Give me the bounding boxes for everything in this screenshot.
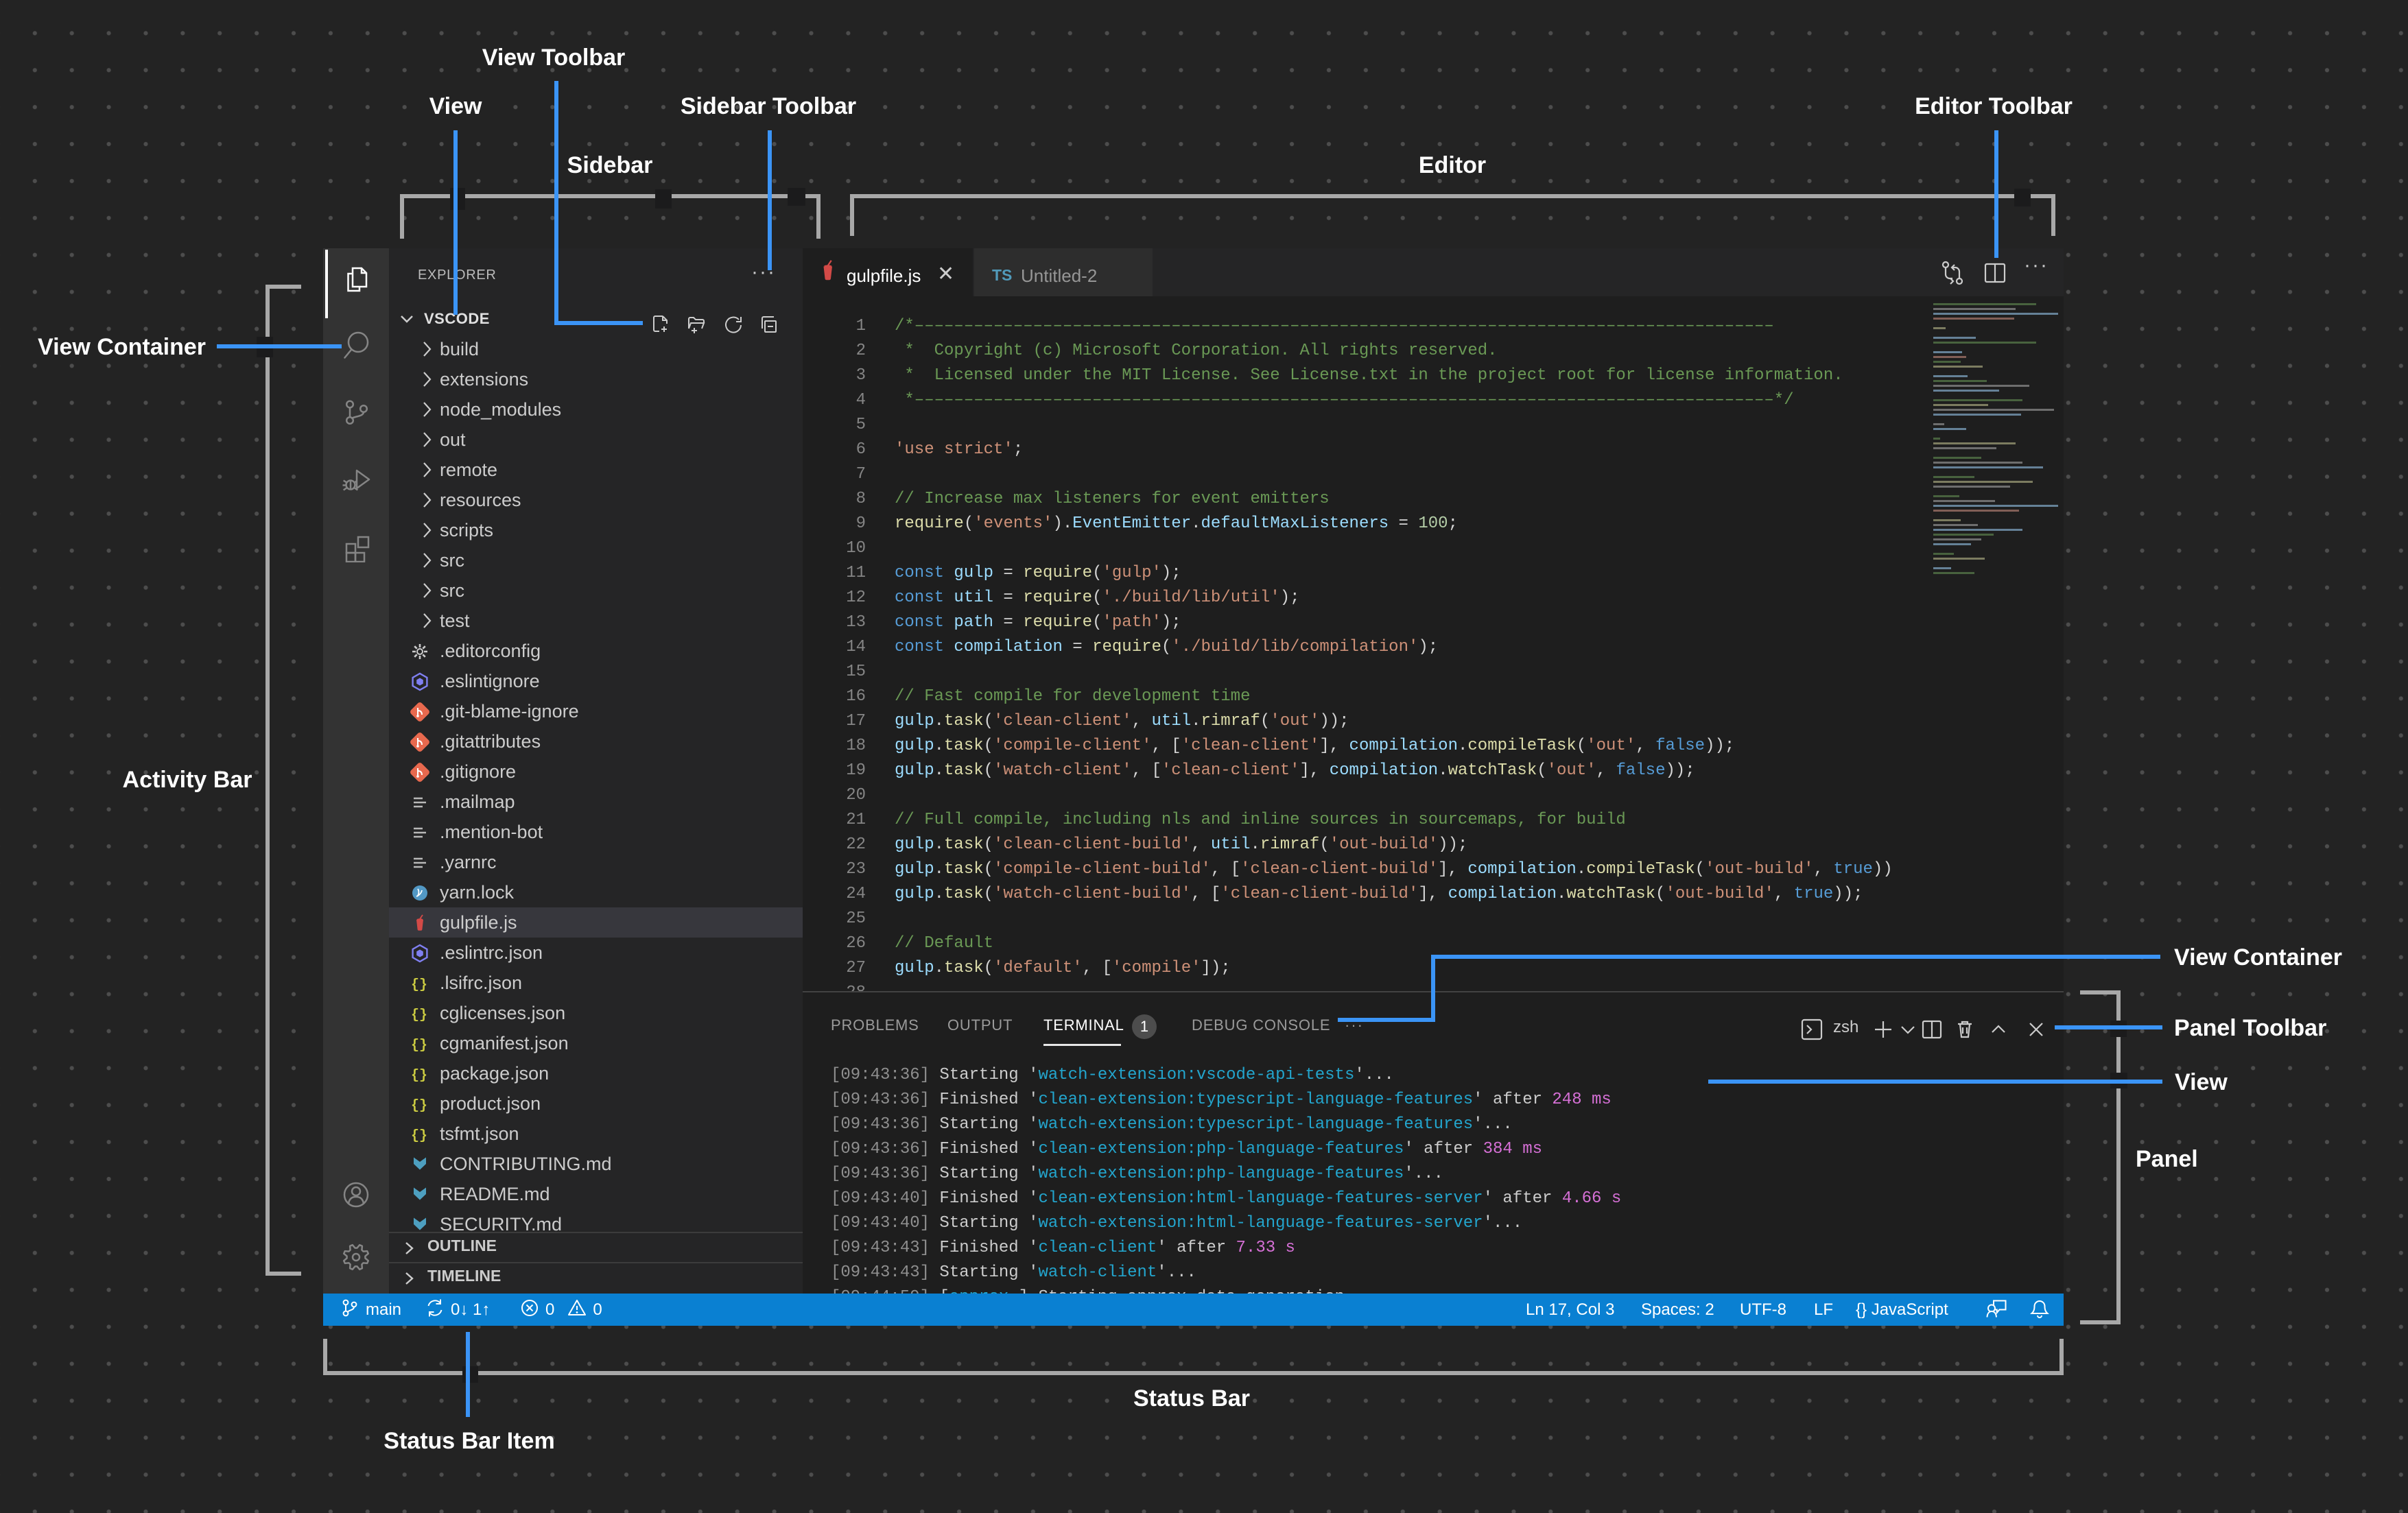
svg-text:{}: {} (411, 1068, 427, 1084)
svg-text:{}: {} (411, 1128, 427, 1144)
svg-text:{}: {} (411, 1008, 427, 1023)
svg-text:{}: {} (411, 977, 427, 993)
svg-text:{}: {} (411, 1098, 427, 1114)
svg-text:{}: {} (411, 1038, 427, 1053)
